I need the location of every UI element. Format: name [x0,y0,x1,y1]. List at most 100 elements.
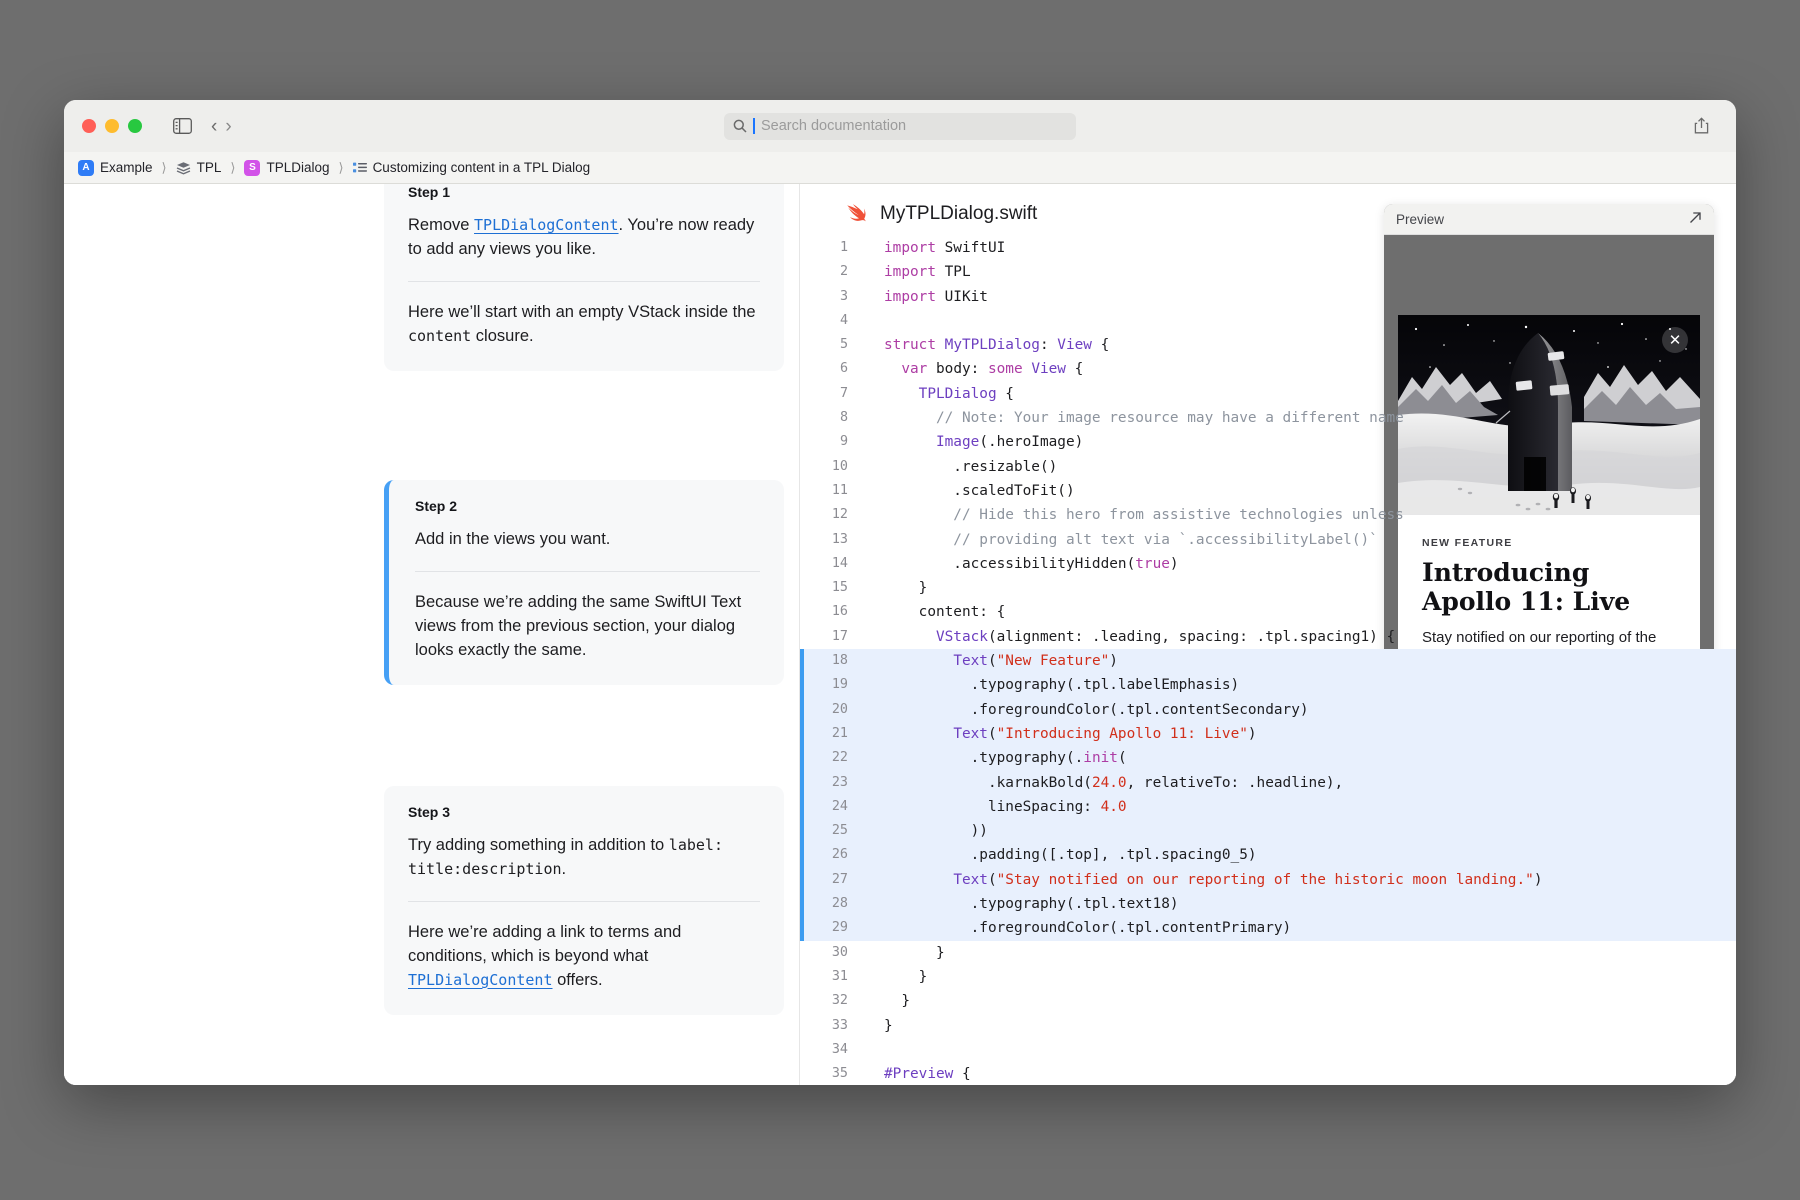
code-line[interactable]: 17 VStack(alignment: .leading, spacing: … [800,625,1736,649]
line-number: 24 [831,798,848,814]
code-line[interactable]: 24 lineSpacing: 4.0 [800,794,1736,820]
line-number: 25 [831,823,848,839]
code-line[interactable]: 31 } [800,965,1736,989]
line-number: 30 [831,944,848,960]
line-number: 29 [831,920,848,936]
step-card-1: Step 1 Remove TPLDialogContent. You’re n… [384,184,784,371]
divider [408,900,760,902]
code-line[interactable]: 28 .typography(.tpl.text18) [800,892,1736,917]
expand-arrow-icon[interactable] [1689,211,1702,227]
code-line[interactable]: 25 )) [800,819,1736,844]
code-line[interactable]: 19 .typography(.tpl.labelEmphasis) [800,673,1736,698]
code-line[interactable]: 12 // Hide this hero from assistive tech… [800,503,1736,527]
step-paragraph: Here we’ll start with an empty VStack in… [408,301,760,349]
line-number: 13 [831,531,848,547]
code-line[interactable]: 35 #Preview { [800,1062,1736,1085]
code-text: Text("Stay notified on our reporting of … [953,871,1543,888]
tpldialogcontent-link[interactable]: TPLDialogContent [474,216,619,234]
forward-button[interactable]: › [225,117,231,136]
line-number: 18 [831,653,848,669]
code-line[interactable]: 18 Text("New Feature") [800,649,1736,674]
step3-text2-post: offers. [552,970,603,989]
step3-text-post: . [561,859,567,878]
breadcrumb-label: TPL [196,160,222,175]
line-number: 21 [831,725,848,741]
line-number: 1 [839,240,848,255]
step3-text-pre: Try adding something in addition to [408,836,669,854]
code-line[interactable]: 21 Text("Introducing Apollo 11: Live") [800,721,1736,747]
code-text: } [884,993,910,1010]
close-window-button[interactable] [82,119,96,133]
minimize-window-button[interactable] [105,119,119,133]
code-line[interactable]: 7 TPLDialog { [800,382,1736,406]
code-line[interactable]: 34 [800,1038,1736,1062]
code-line[interactable]: 9 Image(.heroImage) [800,430,1736,454]
line-number: 20 [831,701,848,717]
code-text: Text("Introducing Apollo 11: Live") [953,725,1257,742]
code-line[interactable]: 29 .foregroundColor(.tpl.contentPrimary) [800,916,1736,941]
code-text: } [884,968,928,985]
line-number: 34 [831,1041,848,1057]
code-line[interactable]: 11 .scaledToFit() [800,479,1736,503]
step-paragraph: Because we’re adding the same SwiftUI Te… [415,592,742,659]
code-text: .typography(.tpl.text18) [884,896,1179,913]
code-line[interactable]: 6 var body: some View { [800,357,1736,381]
code-filename: MyTPLDialog.swift [880,203,1038,224]
line-number: 28 [831,896,848,912]
breadcrumb-item-tpl[interactable]: TPL [176,160,222,175]
line-number: 15 [831,580,848,596]
step1-text2-post: closure. [471,326,534,345]
code-line[interactable]: 10 .resizable() [800,455,1736,479]
code-line[interactable]: 4 [800,309,1736,333]
inline-code: title:description [408,859,562,878]
step1-text-pre: Remove [408,216,475,234]
code-line[interactable]: 16 content: { [800,600,1736,624]
code-text: // Note: Your image resource may have a … [884,410,1404,427]
code-line[interactable]: 3 import UIKit [800,285,1736,309]
code-line[interactable]: 5 struct MyTPLDialog: View { [800,333,1736,357]
code-editor-column: MyTPLDialog.swift 1 import SwiftUI 2 import… [799,184,1736,1085]
code-line[interactable]: 13 // providing alt text via `.accessibi… [800,528,1736,552]
code-lines[interactable]: 1 import SwiftUI 2 import TPL 3 import UIKit 4… [800,236,1736,1085]
code-line[interactable]: 23 .karnakBold(24.0, relativeTo: .headli… [800,770,1736,796]
line-number: 6 [839,361,848,377]
sidebar-toggle-icon[interactable] [167,111,197,141]
code-line[interactable]: 14 .accessibilityHidden(true) [800,552,1736,576]
breadcrumb-item-tpldialog[interactable]: S TPLDialog [244,159,329,176]
search-input[interactable]: Search documentation [724,112,1076,140]
preview-header: Preview [1384,204,1714,235]
code-line[interactable]: 2 import TPL [800,260,1736,284]
framework-stack-icon [176,161,190,175]
code-line[interactable]: 32 } [800,989,1736,1013]
zoom-window-button[interactable] [128,119,142,133]
back-button[interactable]: ‹ [211,117,217,136]
line-number: 16 [831,604,848,620]
code-text: } [884,1017,893,1034]
breadcrumb-item-current[interactable]: Customizing content in a TPL Dialog [352,160,590,175]
line-number: 22 [831,750,848,766]
code-text: import UIKit [884,288,988,305]
tpldialogcontent-link[interactable]: TPLDialogContent [408,971,553,989]
code-line[interactable]: 20 .foregroundColor(.tpl.contentSecondar… [800,697,1736,723]
code-line[interactable]: 15 } [800,576,1736,600]
code-text: .karnakBold(24.0, relativeTo: .headline)… [884,774,1344,791]
divider [408,280,760,282]
line-number: 4 [839,312,848,328]
step3-text2-pre: Here we’re adding a link to terms and co… [408,922,682,965]
breadcrumb: A Example ⟩ TPL ⟩ S TPLDialog ⟩ Customiz… [64,152,1736,184]
line-number: 19 [831,677,848,693]
code-line[interactable]: 1 import SwiftUI [800,236,1736,260]
code-line[interactable]: 8 // Note: Your image resource may have … [800,406,1736,430]
browser-window: ‹ › Search documentation A Example ⟩ TPL… [64,100,1736,1085]
line-number: 17 [831,628,848,644]
share-icon[interactable] [1686,111,1716,141]
code-line[interactable]: 27 Text("Stay notified on our reporting … [800,867,1736,893]
line-number: 11 [831,482,848,498]
code-line[interactable]: 33} [800,1014,1736,1038]
breadcrumb-item-example[interactable]: A Example [78,159,153,176]
code-line[interactable]: 22 .typography(.init( [800,746,1736,771]
code-line[interactable]: 26 .padding([.top], .tpl.spacing0_5) [800,843,1736,869]
line-number: 35 [831,1066,848,1082]
code-line[interactable]: 30 } [800,941,1736,965]
code-text: .resizable() [884,458,1058,475]
